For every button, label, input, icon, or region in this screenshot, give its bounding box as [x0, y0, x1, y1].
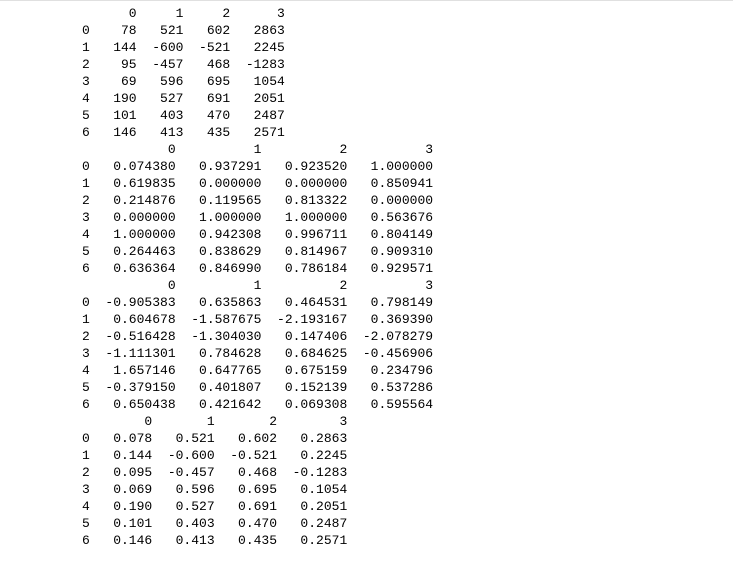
console-output: 0 1 2 3 0 78 521 602 2863 1 144 -600 -52… — [0, 5, 733, 549]
